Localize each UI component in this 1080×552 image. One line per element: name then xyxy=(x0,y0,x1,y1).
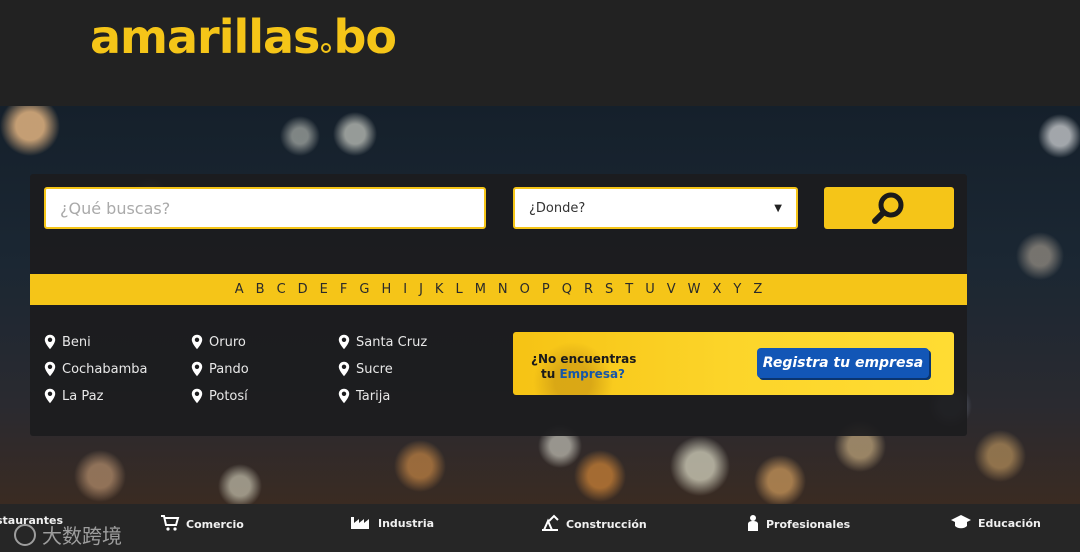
promo-text: ¿No encuentras tu Empresa? xyxy=(531,352,636,382)
category-label: Profesionales xyxy=(766,518,851,531)
letter-link-t[interactable]: T xyxy=(625,282,633,297)
cart-icon xyxy=(160,514,186,535)
city-link-potosi[interactable]: Potosí xyxy=(191,388,248,404)
city-label: Potosí xyxy=(209,388,248,404)
search-button[interactable] xyxy=(824,187,954,229)
map-pin-icon xyxy=(191,361,203,377)
letter-link-s[interactable]: S xyxy=(605,282,613,297)
site-logo[interactable]: amarillas bo xyxy=(90,10,397,64)
category-label: Educación xyxy=(978,517,1041,530)
letter-link-z[interactable]: Z xyxy=(753,282,762,297)
category-professional[interactable]: Profesionales xyxy=(746,514,850,535)
city-link-cochabamba[interactable]: Cochabamba xyxy=(44,361,147,377)
map-pin-icon xyxy=(44,388,56,404)
chevron-down-icon: ▼ xyxy=(774,202,782,214)
letter-link-b[interactable]: B xyxy=(256,282,265,297)
letter-link-o[interactable]: O xyxy=(520,282,530,297)
search-icon xyxy=(872,192,904,224)
site-header: amarillas bo xyxy=(0,0,1080,106)
city-link-sucre[interactable]: Sucre xyxy=(338,361,393,377)
letter-link-m[interactable]: M xyxy=(475,282,486,297)
letter-link-v[interactable]: V xyxy=(667,282,676,297)
city-label: Tarija xyxy=(356,388,391,404)
map-pin-icon xyxy=(338,388,350,404)
letter-link-r[interactable]: R xyxy=(584,282,593,297)
letter-link-l[interactable]: L xyxy=(455,282,462,297)
letter-link-e[interactable]: E xyxy=(320,282,328,297)
promo-line2-highlight: Empresa? xyxy=(559,367,626,381)
map-pin-icon xyxy=(44,361,56,377)
location-select[interactable]: ¿Donde? ▼ xyxy=(513,187,798,229)
letter-link-y[interactable]: Y xyxy=(733,282,741,297)
letter-link-u[interactable]: U xyxy=(645,282,655,297)
city-link-oruro[interactable]: Oruro xyxy=(191,334,246,350)
city-label: La Paz xyxy=(62,388,104,404)
watermark: 大数跨境 xyxy=(14,520,122,549)
category-label: Construcción xyxy=(566,518,647,531)
city-label: Oruro xyxy=(209,334,246,350)
city-link-tarija[interactable]: Tarija xyxy=(338,388,390,404)
register-company-button[interactable]: Registra tu empresa xyxy=(757,348,929,378)
category-bar: staurantes Comercio Industria Construcción P… xyxy=(0,504,1080,552)
city-link-santa-cruz[interactable]: Santa Cruz xyxy=(338,334,427,350)
letter-link-h[interactable]: H xyxy=(381,282,391,297)
map-pin-icon xyxy=(44,334,56,350)
city-label: Pando xyxy=(209,361,249,377)
location-select-value: ¿Donde? xyxy=(529,200,586,216)
category-label: Comercio xyxy=(186,518,244,531)
category-graduation-cap[interactable]: Educación xyxy=(950,514,1041,533)
city-label: Santa Cruz xyxy=(356,334,428,350)
promo-line2-prefix: tu xyxy=(541,367,560,381)
city-label: Beni xyxy=(62,334,91,350)
category-cart[interactable]: Comercio xyxy=(160,514,244,535)
city-label: Sucre xyxy=(356,361,393,377)
letter-link-k[interactable]: K xyxy=(435,282,444,297)
factory-icon xyxy=(350,514,378,533)
logo-text-right: bo xyxy=(333,10,397,64)
city-link-pando[interactable]: Pando xyxy=(191,361,249,377)
letter-link-w[interactable]: W xyxy=(688,282,701,297)
letter-link-d[interactable]: D xyxy=(298,282,308,297)
map-pin-icon xyxy=(338,361,350,377)
category-factory[interactable]: Industria xyxy=(350,514,434,533)
promo-line2: tu Empresa? xyxy=(531,367,636,382)
search-panel: ¿Donde? ▼ ABCDEFGHIJKLMNOPQRSTUVWXYZ Ben… xyxy=(30,174,967,436)
alphabet-bar: ABCDEFGHIJKLMNOPQRSTUVWXYZ xyxy=(30,274,967,305)
logo-dot-icon xyxy=(321,43,332,53)
letter-link-q[interactable]: Q xyxy=(562,282,572,297)
letter-link-i[interactable]: I xyxy=(403,282,407,297)
watermark-logo-icon xyxy=(14,523,36,546)
letter-link-n[interactable]: N xyxy=(498,282,508,297)
construction-icon xyxy=(540,514,566,535)
letter-link-a[interactable]: A xyxy=(235,282,244,297)
graduation-cap-icon xyxy=(950,514,978,533)
category-construction[interactable]: Construcción xyxy=(540,514,647,535)
letter-link-j[interactable]: J xyxy=(419,282,423,297)
letter-link-c[interactable]: C xyxy=(277,282,286,297)
logo-text-left: amarillas xyxy=(90,10,320,64)
letter-link-p[interactable]: P xyxy=(542,282,550,297)
city-label: Cochabamba xyxy=(62,361,148,377)
professional-icon xyxy=(746,514,766,535)
category-label: Industria xyxy=(378,517,435,530)
search-input[interactable] xyxy=(44,187,486,229)
city-link-beni[interactable]: Beni xyxy=(44,334,91,350)
map-pin-icon xyxy=(338,334,350,350)
letter-link-x[interactable]: X xyxy=(713,282,722,297)
map-pin-icon xyxy=(191,334,203,350)
register-promo-banner: ¿No encuentras tu Empresa? Registra tu e… xyxy=(513,332,954,395)
city-link-la-paz[interactable]: La Paz xyxy=(44,388,103,404)
watermark-text: 大数跨境 xyxy=(42,524,122,548)
letter-link-g[interactable]: G xyxy=(359,282,369,297)
letter-link-f[interactable]: F xyxy=(340,282,347,297)
map-pin-icon xyxy=(191,388,203,404)
promo-line1: ¿No encuentras xyxy=(531,352,637,366)
